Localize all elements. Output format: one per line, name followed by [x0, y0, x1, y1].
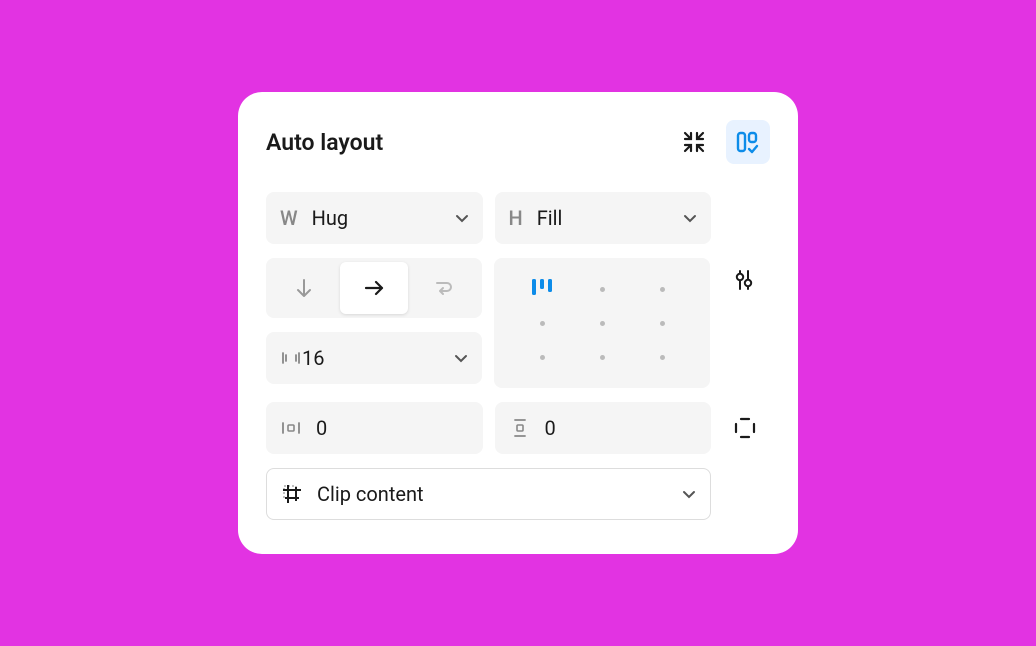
- align-dot: [600, 321, 605, 326]
- horizontal-padding-icon: [280, 417, 302, 439]
- chevron-down-icon: [455, 213, 469, 223]
- width-prefix: W: [280, 206, 298, 230]
- auto-layout-panel: Auto layout W: [238, 92, 798, 554]
- direction-toggle[interactable]: [266, 258, 482, 318]
- clip-content-select[interactable]: Clip content: [266, 468, 711, 520]
- align-top-left[interactable]: [512, 272, 572, 306]
- horizontal-padding-value: 0: [316, 416, 469, 440]
- panel-title: Auto layout: [266, 129, 383, 156]
- gap-icon: [280, 347, 302, 369]
- advanced-options-button[interactable]: [722, 258, 766, 302]
- sliders-icon: [732, 268, 756, 292]
- align-middle-left[interactable]: [512, 306, 572, 340]
- clip-icon: [281, 483, 303, 505]
- align-bottom-left[interactable]: [512, 340, 572, 374]
- auto-layout-mode-button[interactable]: [726, 120, 770, 164]
- auto-layout-icon: [734, 128, 762, 156]
- individual-padding-button[interactable]: [723, 406, 767, 450]
- alignment-grid[interactable]: [494, 258, 710, 388]
- gap-value: 16: [302, 346, 454, 370]
- clip-value: Clip content: [317, 482, 668, 506]
- collapse-button[interactable]: [672, 120, 716, 164]
- align-dot: [660, 355, 665, 360]
- horizontal-padding-input[interactable]: 0: [266, 402, 483, 454]
- align-dot: [600, 287, 605, 292]
- align-middle-right[interactable]: [632, 306, 692, 340]
- align-dot: [540, 321, 545, 326]
- align-dot: [660, 321, 665, 326]
- vertical-padding-value: 0: [545, 416, 698, 440]
- arrow-down-icon: [293, 277, 315, 299]
- minimize-icon: [682, 130, 706, 154]
- width-select[interactable]: W Hug: [266, 192, 483, 244]
- height-select[interactable]: H Fill: [495, 192, 712, 244]
- vertical-padding-icon: [509, 417, 531, 439]
- align-top-start-icon: [530, 279, 554, 299]
- vertical-padding-input[interactable]: 0: [495, 402, 712, 454]
- direction-horizontal-button[interactable]: [340, 262, 408, 314]
- width-value: Hug: [312, 206, 455, 230]
- align-middle-center[interactable]: [572, 306, 632, 340]
- wrap-icon: [433, 277, 455, 299]
- align-bottom-center[interactable]: [572, 340, 632, 374]
- chevron-down-icon: [454, 353, 468, 363]
- align-dot: [540, 355, 545, 360]
- chevron-down-icon: [682, 489, 696, 499]
- chevron-down-icon: [683, 213, 697, 223]
- align-top-right[interactable]: [632, 272, 692, 306]
- align-top-center[interactable]: [572, 272, 632, 306]
- gap-input[interactable]: 16: [266, 332, 482, 384]
- individual-sides-icon: [733, 416, 757, 440]
- direction-wrap-button[interactable]: [410, 262, 478, 314]
- height-value: Fill: [537, 206, 683, 230]
- align-dot: [600, 355, 605, 360]
- panel-header: Auto layout: [266, 120, 770, 164]
- arrow-right-icon: [363, 277, 385, 299]
- direction-vertical-button[interactable]: [270, 262, 338, 314]
- align-dot: [660, 287, 665, 292]
- header-actions: [672, 120, 770, 164]
- align-bottom-right[interactable]: [632, 340, 692, 374]
- height-prefix: H: [509, 206, 523, 230]
